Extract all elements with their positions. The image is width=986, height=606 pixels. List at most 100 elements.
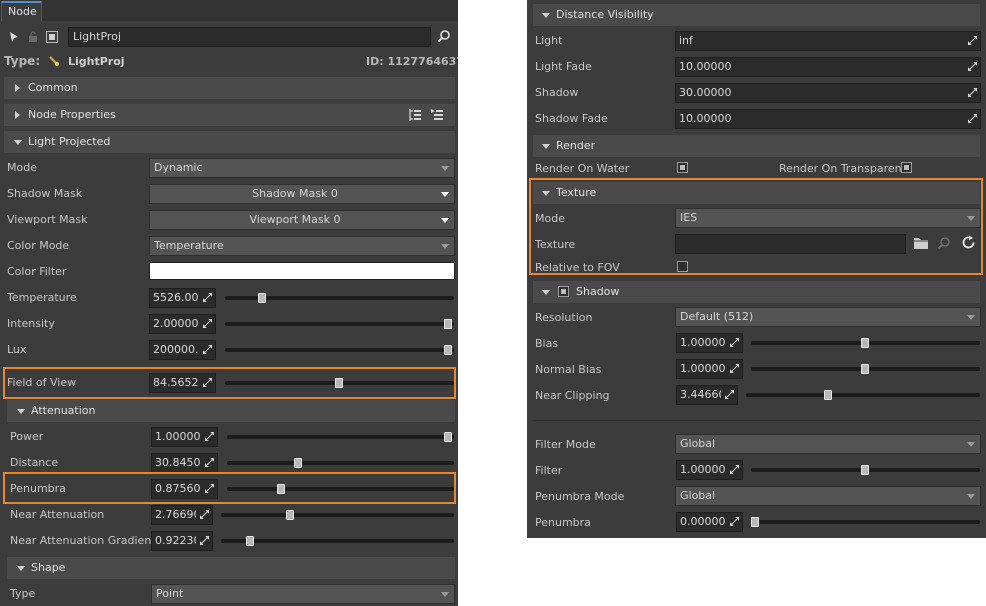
section-common[interactable]: Common — [4, 77, 455, 99]
power-input[interactable]: 1.00000 — [151, 427, 218, 447]
folder-icon[interactable] — [913, 236, 929, 250]
drag-resize-icon[interactable] — [725, 390, 734, 399]
temperature-input[interactable]: 5526.000 — [149, 288, 216, 308]
enabled-toggle-icon[interactable] — [46, 31, 58, 43]
filter-input[interactable]: 1.00000 — [676, 460, 743, 480]
drag-resize-icon[interactable] — [203, 319, 212, 328]
section-distance-visibility[interactable]: Distance Visibility — [533, 4, 980, 26]
near-attenuation-input[interactable]: 2.76690 — [151, 505, 213, 525]
penumbra-slider[interactable] — [227, 487, 454, 491]
drag-resize-icon[interactable] — [200, 536, 209, 545]
intensity-slider[interactable] — [225, 322, 454, 326]
search-icon[interactable] — [937, 236, 951, 250]
slider-thumb[interactable] — [444, 432, 452, 442]
slider-thumb[interactable] — [444, 345, 452, 355]
texture-mode-select[interactable]: IES — [675, 208, 981, 228]
bias-input[interactable]: 1.00000 — [676, 333, 743, 353]
lux-slider[interactable] — [225, 348, 454, 352]
drag-resize-icon[interactable] — [730, 465, 739, 474]
shadow-enabled-checkbox[interactable] — [558, 286, 569, 297]
slider-thumb[interactable] — [285, 510, 294, 520]
drag-resize-icon[interactable] — [205, 484, 214, 493]
fov-input[interactable]: 84.56524 — [149, 373, 216, 393]
slider-thumb[interactable] — [245, 536, 254, 546]
texture-file-input[interactable] — [675, 234, 906, 254]
slider-thumb[interactable] — [860, 465, 869, 475]
drag-resize-icon[interactable] — [200, 510, 209, 519]
penumbra-mode-select[interactable]: Global — [675, 486, 981, 506]
select-arrow-icon[interactable] — [8, 31, 20, 43]
shadow-penumbra-slider[interactable] — [751, 520, 980, 524]
tab-node[interactable]: Node — [1, 1, 42, 21]
drag-resize-icon[interactable] — [730, 364, 739, 373]
shape-type-select[interactable]: Point — [151, 584, 455, 604]
mode-select[interactable]: Dynamic — [149, 158, 455, 178]
drag-resize-icon[interactable] — [205, 432, 214, 441]
section-shadow[interactable]: Shadow — [533, 281, 980, 303]
near-attenuation-gradient-input[interactable]: 0.92230 — [151, 531, 213, 551]
drag-resize-icon[interactable] — [203, 293, 212, 302]
color-mode-select[interactable]: Temperature — [149, 236, 455, 256]
node-name-input[interactable]: LightProj — [68, 27, 431, 47]
near-clipping-input[interactable]: 3.44660 — [676, 385, 738, 405]
shadow-mask-value: Shadow Mask 0 — [252, 187, 338, 200]
search-icon[interactable] — [437, 29, 451, 43]
shadow-distance-input[interactable]: 30.00000 — [675, 83, 981, 103]
normal-bias-input[interactable]: 1.00000 — [676, 359, 743, 379]
filter-mode-select[interactable]: Global — [675, 434, 981, 454]
list-tree-icon[interactable] — [408, 108, 422, 122]
slider-thumb[interactable] — [824, 390, 833, 400]
penumbra-mode-label: Penumbra Mode — [535, 490, 625, 503]
section-texture[interactable]: Texture — [533, 182, 980, 204]
shadow-mask-select[interactable]: Shadow Mask 0 — [149, 184, 455, 204]
light-fade-input[interactable]: 10.00000 — [675, 57, 981, 77]
intensity-input[interactable]: 2.00000 — [149, 314, 216, 334]
drag-resize-icon[interactable] — [203, 345, 212, 354]
drag-resize-icon[interactable] — [968, 36, 977, 45]
distance-input[interactable]: 30.84500 — [151, 453, 218, 473]
shadow-fade-input[interactable]: 10.00000 — [675, 109, 981, 129]
slider-thumb[interactable] — [276, 484, 285, 494]
render-on-water-checkbox[interactable] — [677, 162, 688, 173]
list-expand-icon[interactable] — [430, 108, 444, 122]
expand-icon — [15, 84, 20, 92]
distance-slider[interactable] — [227, 461, 454, 465]
section-shape[interactable]: Shape — [7, 557, 455, 579]
drag-resize-icon[interactable] — [968, 88, 977, 97]
normal-bias-value: 1.00000 — [680, 362, 726, 375]
lux-input[interactable]: 200000.0 — [149, 340, 216, 360]
chevron-down-icon — [441, 166, 449, 171]
power-slider[interactable] — [227, 435, 454, 439]
near-attenuation-slider[interactable] — [221, 513, 454, 517]
penumbra-input[interactable]: 0.87560 — [151, 479, 218, 499]
section-light-projected[interactable]: Light Projected — [4, 131, 455, 153]
near-clipping-slider[interactable] — [746, 393, 980, 397]
drag-resize-icon[interactable] — [730, 338, 739, 347]
viewport-mask-select[interactable]: Viewport Mask 0 — [149, 210, 455, 230]
slider-thumb[interactable] — [444, 319, 452, 329]
render-on-transparent-checkbox[interactable] — [901, 162, 912, 173]
drag-resize-icon[interactable] — [730, 517, 739, 526]
drag-resize-icon[interactable] — [205, 458, 214, 467]
node-panel: Node LightProj Type: LightProj ID: 11277… — [0, 0, 458, 606]
drag-resize-icon[interactable] — [203, 378, 212, 387]
slider-thumb[interactable] — [860, 364, 869, 374]
section-render[interactable]: Render — [533, 135, 980, 157]
light-input[interactable]: inf — [675, 31, 981, 51]
slider-thumb[interactable] — [257, 293, 266, 303]
near-attenuation-gradient-slider[interactable] — [221, 539, 454, 543]
section-attenuation[interactable]: Attenuation — [7, 400, 455, 422]
drag-resize-icon[interactable] — [968, 114, 977, 123]
reset-icon[interactable] — [961, 235, 976, 250]
slider-thumb[interactable] — [860, 338, 869, 348]
slider-thumb[interactable] — [294, 458, 303, 468]
lock-icon[interactable] — [27, 31, 39, 43]
slider-thumb[interactable] — [751, 517, 759, 527]
section-node-properties[interactable]: Node Properties — [4, 104, 455, 126]
resolution-select[interactable]: Default (512) — [675, 307, 981, 327]
shadow-penumbra-input[interactable]: 0.00000 — [676, 512, 743, 532]
slider-thumb[interactable] — [334, 378, 343, 388]
relative-to-fov-checkbox[interactable] — [677, 261, 688, 272]
drag-resize-icon[interactable] — [968, 62, 977, 71]
color-filter-swatch[interactable] — [149, 262, 455, 280]
